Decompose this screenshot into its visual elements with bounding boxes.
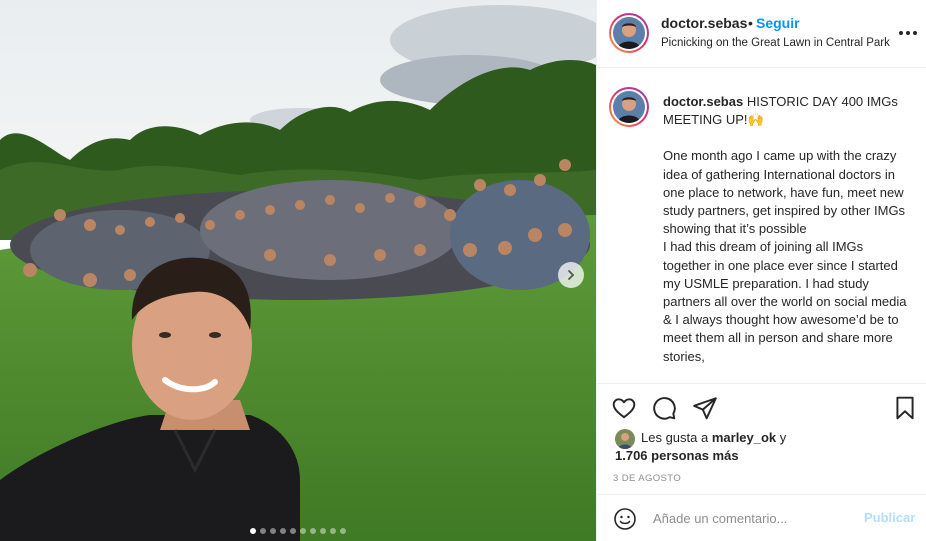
- caption-avatar[interactable]: [609, 87, 649, 127]
- post-photo[interactable]: [0, 0, 596, 541]
- post-header: doctor.sebas • Seguir Picnicking on the …: [597, 0, 926, 68]
- likes-prefix: Les gusta a: [641, 430, 709, 445]
- post-side-panel: doctor.sebas • Seguir Picnicking on the …: [596, 0, 926, 541]
- carousel-dot: [250, 528, 256, 534]
- caption-paragraph-2: I had this dream of joining all IMGs tog…: [663, 239, 907, 364]
- post-date[interactable]: 3 DE AGOSTO: [613, 473, 681, 484]
- caption-username[interactable]: doctor.sebas: [663, 94, 743, 109]
- comment-icon[interactable]: [651, 395, 677, 421]
- follow-button[interactable]: Seguir: [756, 15, 800, 31]
- send-icon[interactable]: [692, 395, 718, 421]
- carousel-dot: [280, 528, 286, 534]
- carousel-next-button[interactable]: [558, 262, 584, 288]
- likes-count[interactable]: 1.706 personas más: [615, 448, 739, 463]
- bookmark-icon[interactable]: [892, 395, 918, 421]
- carousel-dot: [310, 528, 316, 534]
- carousel-dot: [300, 528, 306, 534]
- header-username[interactable]: doctor.sebas: [661, 15, 747, 31]
- publish-button[interactable]: Publicar: [864, 510, 915, 525]
- more-options-icon[interactable]: [899, 26, 917, 40]
- chevron-right-icon: [568, 270, 575, 280]
- comment-input[interactable]: [653, 508, 853, 528]
- carousel-dots: [0, 528, 596, 534]
- likes-suffix: y: [779, 430, 787, 445]
- comment-bar: Publicar: [597, 494, 926, 541]
- location-link[interactable]: Picnicking on the Great Lawn in Central …: [661, 37, 890, 49]
- carousel-dot: [340, 528, 346, 534]
- carousel-dot: [330, 528, 336, 534]
- carousel-dot: [270, 528, 276, 534]
- likes-text: Les gusta a marley_ok y: [641, 430, 786, 445]
- caption-area: doctor.sebas HISTORIC DAY 400 IMGs MEETI…: [597, 69, 926, 383]
- carousel-dot: [260, 528, 266, 534]
- smiley-icon[interactable]: [613, 507, 637, 531]
- group-selfie-image: [0, 0, 596, 541]
- liker-username[interactable]: marley_ok: [712, 430, 776, 445]
- liker-avatar[interactable]: [615, 429, 635, 449]
- heart-icon[interactable]: [611, 395, 637, 421]
- caption-text: doctor.sebas HISTORIC DAY 400 IMGs MEETI…: [663, 93, 913, 366]
- carousel-dot: [320, 528, 326, 534]
- avatar[interactable]: [609, 13, 649, 53]
- carousel-dot: [290, 528, 296, 534]
- header-separator: •: [748, 15, 753, 31]
- action-bar: [597, 383, 926, 429]
- caption-paragraph-1: One month ago I came up with the crazy i…: [663, 148, 906, 237]
